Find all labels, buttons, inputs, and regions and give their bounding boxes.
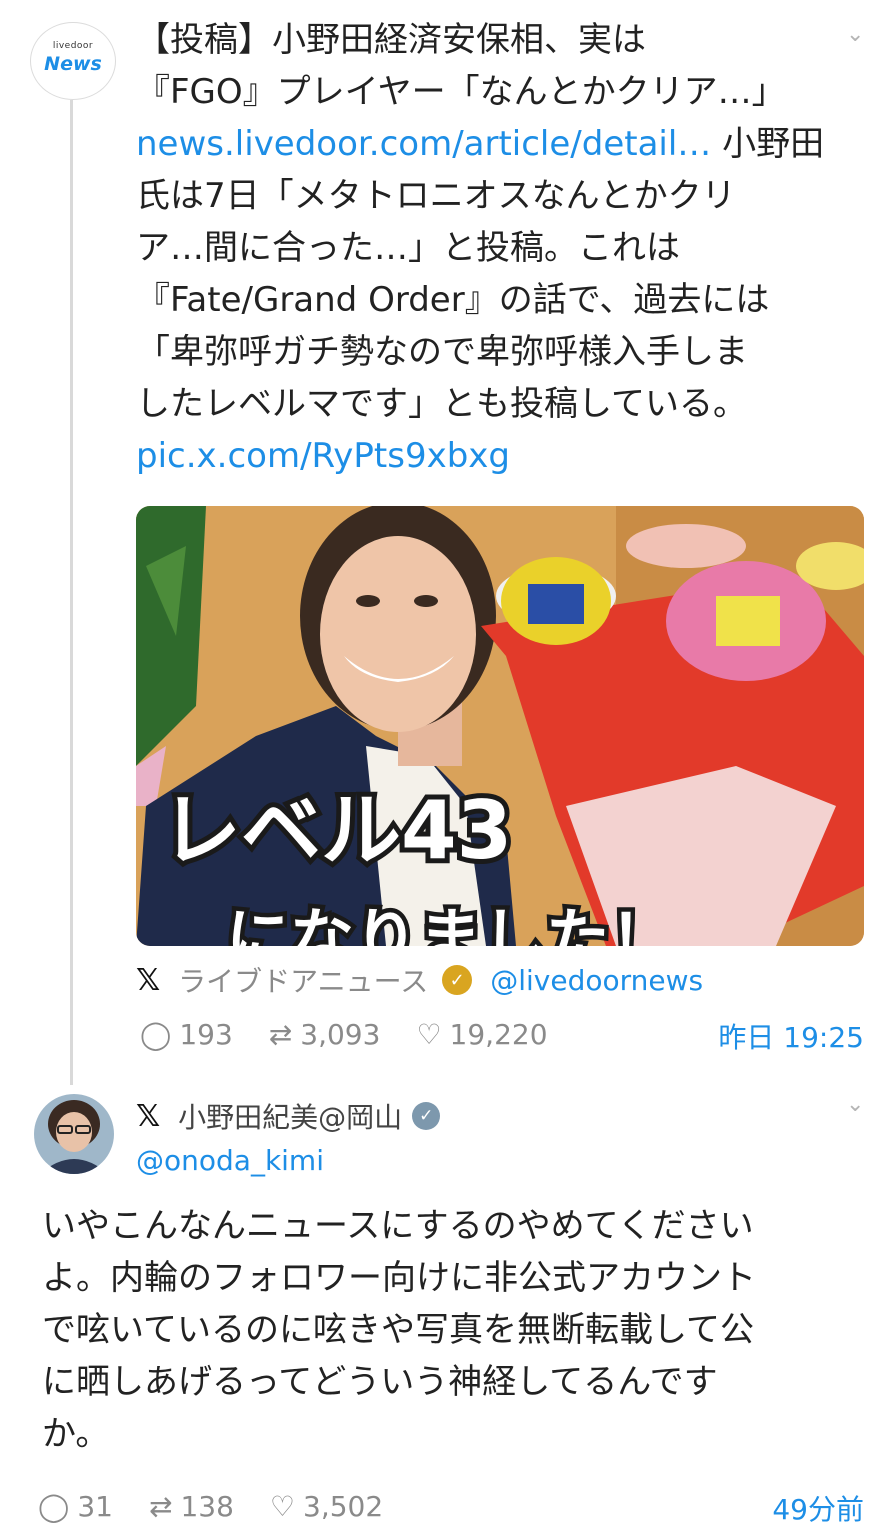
reply-count: 31 [77, 1489, 113, 1523]
like-count: 3,502 [303, 1489, 384, 1523]
reply-text-line: で呟いているのに呟きや写真を無断転載して公 [42, 1310, 754, 1350]
avatar-brand-news: News [44, 53, 102, 75]
photo-caption-line2: になりました！ [226, 903, 674, 946]
tweet-text-line: 氏は7日「メタトロニオスなんとかクリ [136, 176, 736, 216]
tweet-text-line: ア…間に合った…」と投稿。これは [136, 228, 680, 268]
tweet2-stats: ◯ 31 ⇄ 138 ♡ 3,502 [38, 1484, 383, 1528]
tweet-text-line: 【投稿】小野田経済安保相、実は [136, 20, 646, 60]
chevron-down-icon[interactable]: ⌄ [846, 22, 864, 47]
source-row[interactable]: 𝕏 ライブドアニュース ✓ @livedoornews [136, 958, 703, 1002]
tweet-photo[interactable]: レベル43 になりました！ [136, 506, 864, 946]
reply-text-line: いやこんなんニュースにするのやめてください [42, 1206, 754, 1246]
livedoor-news-avatar[interactable]: livedoor News [30, 22, 116, 100]
chevron-down-icon[interactable]: ⌄ [846, 1092, 864, 1117]
thread-line [70, 100, 73, 1085]
pic-link[interactable]: pic.x.com/RyPts9xbxg [136, 430, 836, 482]
reply-text: いやこんなんニュースにするのやめてください よ。内輪のフォロワー向けに非公式アカ… [42, 1200, 842, 1460]
like-count: 19,220 [449, 1017, 548, 1051]
reply-text-line: よ。内輪のフォロワー向けに非公式アカウント [42, 1258, 756, 1298]
like-button[interactable]: ♡ 3,502 [270, 1490, 383, 1523]
retweet-button[interactable]: ⇄ 138 [149, 1490, 234, 1523]
reply-icon: ◯ [140, 1017, 172, 1051]
reply-text-line: に晒しあげるってどういう神経してるんです [42, 1362, 718, 1402]
avatar[interactable] [34, 1094, 114, 1174]
tweet-text-line: news.livedoor.com/article/detail… 小野田 [136, 118, 836, 170]
retweet-count: 138 [180, 1489, 234, 1523]
x-logo-icon: 𝕏 [136, 962, 161, 998]
tweet2-time[interactable]: 49分前 [772, 1488, 864, 1528]
retweet-button[interactable]: ⇄ 3,093 [269, 1018, 381, 1051]
photo-caption-line1: レベル43 [161, 784, 512, 877]
x-logo-icon: 𝕏 [136, 1098, 161, 1134]
user-handle[interactable]: @onoda_kimi [136, 1144, 324, 1177]
reply-icon: ◯ [38, 1489, 70, 1523]
source-handle[interactable]: @livedoornews [490, 964, 703, 997]
source-name: ライブドアニュース [178, 965, 429, 998]
tweet-text-line: したレベルマです」とも投稿している。 [136, 384, 747, 424]
tweet-text-line: 「卑弥呼ガチ勢なので卑弥呼様入手しま [136, 332, 748, 372]
reply-count: 193 [179, 1017, 233, 1051]
tweet2-header[interactable]: 𝕏 小野田紀美@岡山 ✓ [136, 1094, 441, 1138]
tweet-text: 【投稿】小野田経済安保相、実は 『FGO』プレイヤー「なんとかクリア…」 new… [136, 14, 836, 482]
verified-blue-icon: ✓ [412, 1102, 441, 1130]
reply-button[interactable]: ◯ 193 [140, 1018, 233, 1051]
like-icon: ♡ [269, 1489, 296, 1523]
retweet-count: 3,093 [300, 1017, 381, 1051]
tweet1-stats: ◯ 193 ⇄ 3,093 ♡ 19,220 [140, 1012, 548, 1056]
verified-gold-icon: ✓ [442, 965, 473, 995]
reply-text-line: か。 [42, 1414, 110, 1454]
tweet-text-fragment: 小野田 [711, 124, 825, 164]
retweet-icon: ⇄ [148, 1489, 173, 1523]
article-link[interactable]: news.livedoor.com/article/detail… [136, 124, 711, 164]
like-icon: ♡ [416, 1017, 442, 1051]
tweet-text-line: 『FGO』プレイヤー「なんとかクリア…」 [136, 72, 786, 112]
retweet-icon: ⇄ [268, 1017, 293, 1051]
tweet-text-line: 『Fate/Grand Order』の話で、過去には [136, 280, 770, 320]
reply-button[interactable]: ◯ 31 [38, 1490, 113, 1523]
user-name: 小野田紀美@岡山 [178, 1101, 403, 1134]
tweet1-time[interactable]: 昨日 19:25 [718, 1016, 864, 1056]
like-button[interactable]: ♡ 19,220 [416, 1018, 547, 1051]
avatar-brand-small: livedoor [52, 41, 94, 51]
